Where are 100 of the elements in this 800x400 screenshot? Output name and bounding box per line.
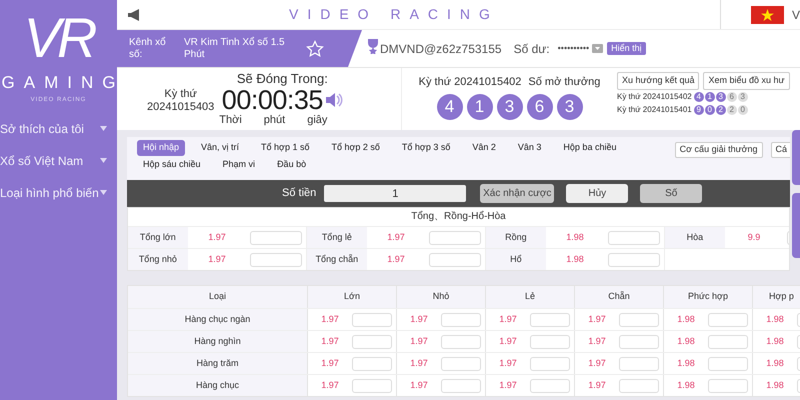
odds-value: 1.98 [676,334,696,348]
row-label: Hàng nghìn [128,331,308,352]
odds-value: 1.98 [565,252,585,266]
bet-input[interactable] [608,252,660,266]
caret-icon [100,190,107,195]
logo-mark: VR [24,12,94,64]
side-tab[interactable] [792,130,800,185]
amount-field[interactable]: 1 [324,185,466,202]
logo-title: GAMING [0,72,124,94]
show-balance-button[interactable]: Hiển thị [607,42,646,55]
bet-input[interactable] [619,356,659,370]
bet-input[interactable] [619,378,659,392]
bet-type-label: Hổ [486,249,546,270]
bet-input[interactable] [352,312,392,326]
tab[interactable]: Tổ hợp 3 số [396,140,456,156]
section-title: Tổng、Rồng-Hổ-Hòa [410,210,507,224]
star-icon[interactable] [306,40,324,58]
bet-action-button[interactable]: Số [640,184,702,203]
bet-type-label: Hòa [665,227,725,248]
prize-button[interactable]: Cơ cấu giải thưởng [674,142,763,158]
bet-input[interactable] [708,334,748,348]
odds-value: 1.97 [386,252,406,266]
bet-input[interactable] [441,334,481,348]
bet-input[interactable] [608,230,660,244]
amount-label: Số tiền [282,186,316,202]
period-label: Kỳ thứ [164,88,197,101]
language-label[interactable]: V [792,6,800,24]
bet-input[interactable] [530,334,570,348]
time-unit-label: giây [307,114,328,126]
bet-input[interactable] [708,378,748,392]
time-unit-label: phút [264,114,286,126]
bet-input[interactable] [441,356,481,370]
caret-icon [100,126,107,131]
tab[interactable]: Phạm vi [216,157,262,173]
odds-value: 1.97 [320,312,340,326]
bet-input[interactable] [352,378,392,392]
result-label: Số mở thưởng [528,75,600,90]
column-header: Lẻ [486,286,575,308]
odds-value: 1.98 [676,312,696,326]
bet-input[interactable] [429,252,482,266]
odds-value: 1.98 [676,356,696,370]
tab[interactable]: Tổ hợp 1 số [255,140,316,156]
odds-value: 1.98 [765,334,785,348]
bet-input[interactable] [441,312,481,326]
odds-value: 1.97 [409,356,429,370]
trophy-icon [366,38,380,54]
bet-input[interactable] [530,356,570,370]
bet-input[interactable] [429,230,482,244]
column-header: Loại [128,286,308,308]
countdown-title: Sẽ Đóng Trong: [236,72,328,86]
bet-type-label: Tổng lớn [128,227,188,248]
bet-input[interactable] [530,378,570,392]
tab[interactable]: Hội nhập [137,140,186,156]
speaker-icon [324,92,343,108]
bet-input[interactable] [619,334,659,348]
bet-type-label: Tổng nhỏ [128,249,188,270]
odds-value: 1.97 [587,312,607,326]
column-header: Phức hợp [664,286,753,308]
odds-value: 1.98 [765,378,785,392]
username: DMVND@z62z753155 [380,40,502,58]
bet-input[interactable] [352,334,392,348]
tab[interactable]: Hộp ba chiều [557,140,622,156]
bet-input[interactable] [352,356,392,370]
bet-action-button[interactable]: Xác nhận cược [480,184,554,203]
odds-value: 1.97 [207,230,227,244]
balance-value: •••••••••• [558,42,590,55]
bet-input[interactable] [619,312,659,326]
bet-input[interactable] [250,230,302,244]
odds-value: 1.97 [498,356,518,370]
odds-value: 1.97 [498,378,518,392]
bet-input[interactable] [441,378,481,392]
tab[interactable]: Vân, vị trí [195,140,246,156]
odds-value: 1.97 [320,356,340,370]
bet-input[interactable] [708,312,748,326]
trend-button[interactable]: Xem biểu đồ xu hư [703,72,790,90]
dropdown-icon [592,44,604,53]
bet-type-label: Tổng lẻ [307,227,367,248]
tab[interactable]: Hộp sáu chiều [137,157,207,173]
channel-label: Kênh xổ số: [129,36,167,60]
prize-button[interactable]: Cá [770,142,790,158]
odds-value: 1.97 [498,334,518,348]
odds-value: 1.98 [765,312,785,326]
history-period: Kỳ thứ 20241015402 [617,91,692,103]
bet-input[interactable] [708,356,748,370]
tab[interactable]: Đầu bò [271,157,312,173]
last-period: Kỳ thứ 20241015402 [418,75,522,90]
trend-button[interactable]: Xu hướng kết quả [617,72,700,90]
odds-value: 1.97 [320,334,340,348]
row-label: Hàng trăm [128,353,308,374]
tab[interactable]: Vân 3 [512,140,548,156]
odds-value: 1.97 [320,378,340,392]
channel-name: VR Kim Tinh Xổ số 1.5 Phút [184,36,286,60]
tab[interactable]: Tổ hợp 2 số [325,140,386,156]
side-tab[interactable] [792,193,800,258]
bet-action-button[interactable]: Hủy [566,184,628,203]
bet-input[interactable] [250,252,302,266]
tab[interactable]: Vân 2 [466,140,502,156]
time-unit-label: Thời [219,114,242,126]
bet-input[interactable] [530,312,570,326]
column-header: Hợp p [753,286,800,308]
